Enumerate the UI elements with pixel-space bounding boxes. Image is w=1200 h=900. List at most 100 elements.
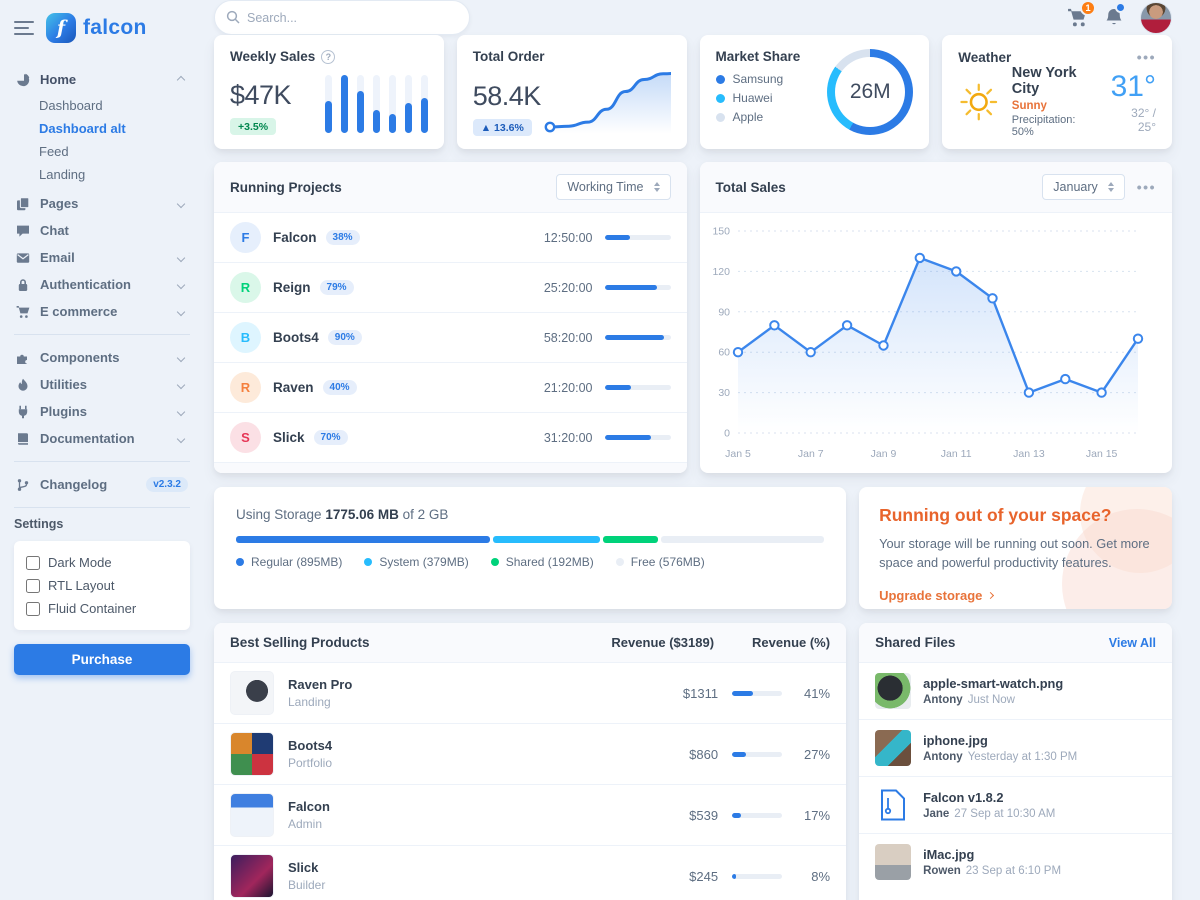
product-revenue: $539 — [666, 808, 718, 823]
storage-label: Using Storage 1775.06 MB of 2 GB — [236, 507, 824, 522]
file-author: Rowen — [923, 865, 961, 877]
project-avatar: R — [230, 372, 261, 403]
notifications-button[interactable] — [1104, 7, 1124, 28]
sidebar-item-components[interactable]: Components — [14, 344, 190, 371]
file-row: iphone.jpg AntonyYesterday at 1:30 PM — [859, 720, 1172, 777]
project-time: 21:20:00 — [544, 381, 593, 395]
dark-mode-toggle[interactable]: Dark Mode — [26, 551, 178, 574]
file-author: Antony — [923, 751, 963, 763]
file-row: iMac.jpg Rowen 23 Sep at 6:10 PM — [859, 834, 1172, 890]
settings-heading: Settings — [14, 517, 190, 531]
chevron-right-icon — [987, 592, 994, 599]
project-progress-bar — [605, 335, 671, 340]
sidebar-item-home[interactable]: Home — [14, 66, 190, 93]
weekly-sales-title: Weekly Sales — [230, 49, 315, 64]
file-thumbnail — [875, 787, 911, 823]
file-thumbnail — [875, 673, 911, 709]
file-name[interactable]: iphone.jpg — [923, 733, 1077, 748]
project-name[interactable]: Boots4 — [273, 330, 319, 345]
weather-temp: 31° — [1111, 70, 1156, 104]
project-progress-bar — [605, 385, 671, 390]
user-avatar[interactable] — [1140, 2, 1172, 34]
sidebar-item-authentication[interactable]: Authentication — [14, 271, 190, 298]
weather-city: New York City — [1012, 65, 1099, 97]
book-icon — [16, 432, 30, 446]
file-name[interactable]: apple-smart-watch.png — [923, 676, 1063, 691]
product-progress-bar — [732, 813, 782, 818]
rtl-checkbox[interactable] — [26, 579, 40, 593]
sidebar-item-dashboard-alt[interactable]: Dashboard alt — [39, 117, 190, 140]
svg-text:Jan 7: Jan 7 — [797, 448, 823, 460]
falcon-logo-icon: f — [46, 13, 76, 43]
upgrade-space-card: Running out of your space? Your storage … — [859, 487, 1172, 609]
storage-legend: Regular (895MB) System (379MB) Shared (1… — [236, 555, 824, 569]
project-progress-bar — [605, 285, 671, 290]
file-time: 23 Sep at 6:10 PM — [966, 865, 1061, 877]
help-icon[interactable]: ? — [321, 50, 335, 64]
view-all-link[interactable]: View All — [1109, 636, 1156, 650]
weather-precipitation: Precipitation: 50% — [1012, 114, 1099, 138]
file-name[interactable]: Falcon v1.8.2 — [923, 790, 1055, 805]
revenue-column-header: Revenue ($3189) — [611, 635, 714, 650]
sort-arrows-icon — [654, 182, 660, 192]
product-name[interactable]: Falcon — [288, 799, 330, 814]
weather-menu-button[interactable]: ••• — [1137, 49, 1156, 65]
file-author: Jane — [923, 808, 949, 820]
product-name[interactable]: Raven Pro — [288, 677, 352, 692]
upgrade-storage-link[interactable]: Upgrade storage — [879, 588, 993, 603]
sidebar-item-email[interactable]: Email — [14, 244, 190, 271]
project-name[interactable]: Reign — [273, 280, 311, 295]
product-thumbnail — [230, 854, 274, 898]
purchase-button[interactable]: Purchase — [14, 644, 190, 675]
month-select[interactable]: January — [1042, 174, 1124, 200]
project-row: R Reign 79% 25:20:00 — [214, 263, 687, 313]
product-percent: 41% — [796, 686, 830, 701]
sidebar-item-dashboard[interactable]: Dashboard — [39, 94, 190, 117]
project-name[interactable]: Falcon — [273, 230, 317, 245]
product-progress-bar — [732, 874, 782, 879]
divider — [14, 461, 190, 462]
project-name[interactable]: Slick — [273, 430, 305, 445]
sidebar-item-chat[interactable]: Chat — [14, 217, 190, 244]
project-name[interactable]: Raven — [273, 380, 314, 395]
menu-toggle-icon[interactable] — [14, 21, 34, 35]
sidebar-item-ecommerce[interactable]: E commerce — [14, 298, 190, 325]
sidebar-item-changelog[interactable]: Changelog v2.3.2 — [14, 471, 190, 498]
product-name[interactable]: Slick — [288, 860, 325, 875]
sidebar-item-pages[interactable]: Pages — [14, 190, 190, 217]
sidebar-item-utilities[interactable]: Utilities — [14, 371, 190, 398]
show-all-projects-link[interactable]: Show all projects — [391, 472, 509, 473]
svg-text:60: 60 — [718, 347, 730, 359]
fluid-checkbox[interactable] — [26, 602, 40, 616]
search-icon — [226, 10, 240, 24]
file-thumbnail — [875, 844, 911, 880]
project-percent-badge: 40% — [323, 380, 357, 395]
dark-mode-checkbox[interactable] — [26, 556, 40, 570]
product-name[interactable]: Boots4 — [288, 738, 332, 753]
search-input[interactable] — [214, 0, 470, 35]
project-avatar: B — [230, 322, 261, 353]
fluid-container-toggle[interactable]: Fluid Container — [26, 597, 178, 620]
storage-card: Using Storage 1775.06 MB of 2 GB Regular… — [214, 487, 846, 609]
chevron-down-icon — [177, 353, 185, 361]
cart-button[interactable]: 1 — [1067, 7, 1088, 28]
rtl-layout-toggle[interactable]: RTL Layout — [26, 574, 178, 597]
total-sales-title: Total Sales — [716, 180, 786, 195]
sidebar-item-documentation[interactable]: Documentation — [14, 425, 190, 452]
brand-logo[interactable]: f falcon — [46, 13, 147, 43]
chevron-down-icon — [177, 253, 185, 261]
total-sales-card: Total Sales January ••• 0306090120150Jan… — [700, 162, 1173, 473]
chevron-down-icon — [177, 199, 185, 207]
plug-icon — [16, 405, 30, 419]
sidebar-item-feed[interactable]: Feed — [39, 140, 190, 163]
file-name[interactable]: iMac.jpg — [923, 847, 1061, 862]
svg-text:30: 30 — [718, 387, 730, 399]
total-sales-menu-button[interactable]: ••• — [1137, 179, 1156, 195]
working-time-select[interactable]: Working Time — [556, 174, 670, 200]
legend-dot — [616, 558, 624, 566]
sidebar-item-landing[interactable]: Landing — [39, 163, 190, 186]
svg-text:Jan 11: Jan 11 — [940, 448, 971, 460]
product-row: Falcon Admin $539 17% — [214, 785, 846, 846]
sidebar-item-plugins[interactable]: Plugins — [14, 398, 190, 425]
weather-card: Weather ••• New York City Sunny Precipit… — [942, 35, 1172, 149]
